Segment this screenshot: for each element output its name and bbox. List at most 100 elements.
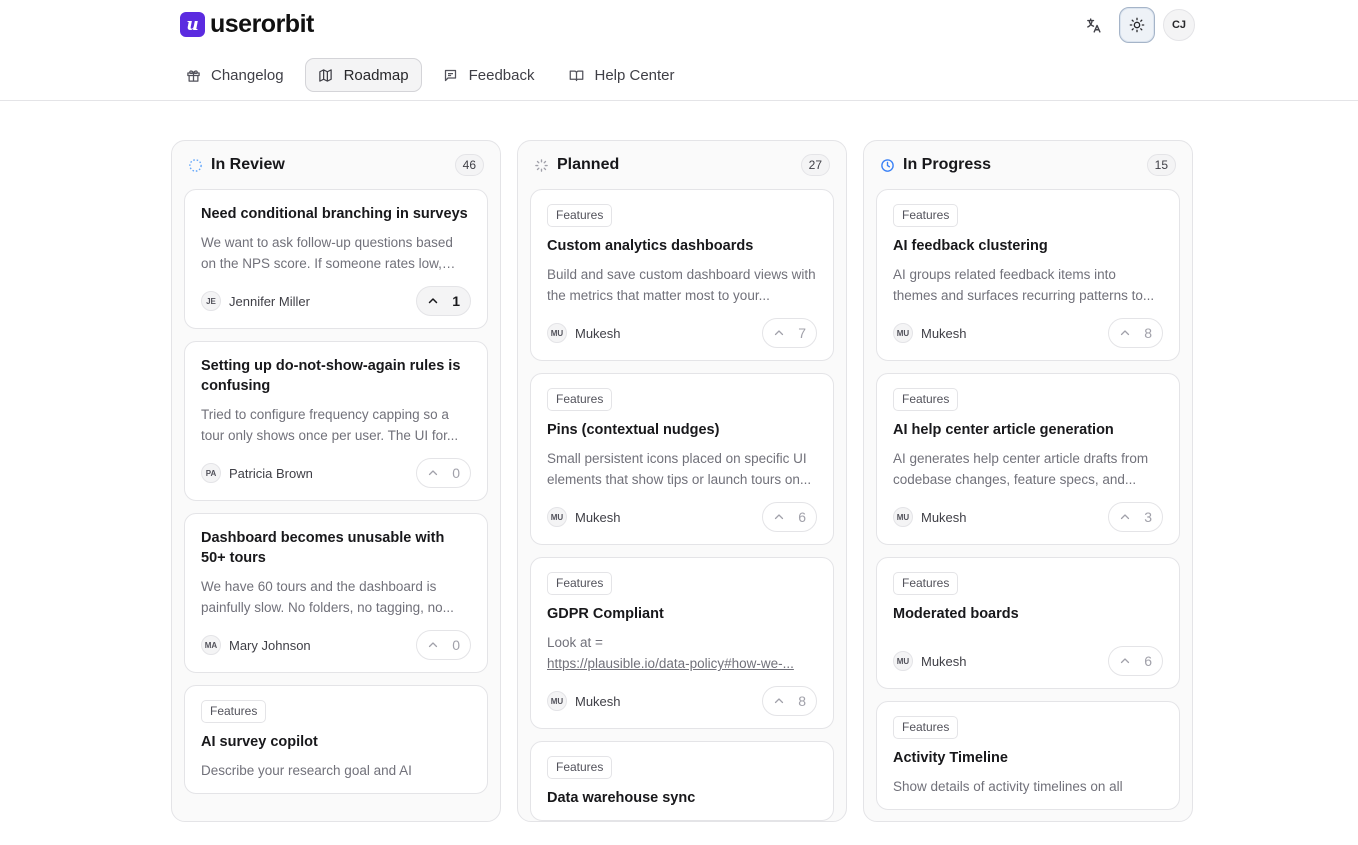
- card-title: AI help center article generation: [893, 422, 1114, 438]
- theme-toggle-button[interactable]: [1119, 7, 1155, 43]
- author-avatar: MU: [893, 651, 913, 671]
- vote-count: 6: [1144, 653, 1152, 669]
- card-title: AI survey copilot: [201, 734, 318, 750]
- card-title: Need conditional branching in surveys: [201, 206, 468, 222]
- roadmap-card[interactable]: Dashboard becomes unusable with 50+ tour…: [184, 513, 488, 673]
- author-name: Mukesh: [921, 653, 967, 669]
- card-title: Activity Timeline: [893, 750, 1008, 766]
- feature-tag: Features: [547, 756, 613, 779]
- chevron-up-icon: [773, 327, 785, 339]
- upvote-button[interactable]: 0: [416, 458, 471, 488]
- author-name: Patricia Brown: [229, 465, 313, 481]
- upvote-button[interactable]: 1: [416, 286, 471, 316]
- user-avatar[interactable]: CJ: [1163, 9, 1195, 41]
- column-title: In Review: [211, 156, 285, 173]
- vote-count: 7: [798, 325, 806, 341]
- author-avatar: MU: [893, 323, 913, 343]
- clock-icon: [880, 158, 895, 173]
- feature-tag: Features: [547, 388, 613, 411]
- author-name: Mukesh: [575, 325, 621, 341]
- feature-tag: Features: [201, 700, 267, 723]
- column-in-progress: In Progress 15 Features AI feedback clus…: [863, 140, 1193, 822]
- main-nav: Changelog Roadmap Feedback Help Center: [172, 58, 688, 92]
- card-description: Small persistent icons placed on specifi…: [547, 451, 812, 487]
- tab-changelog[interactable]: Changelog: [172, 58, 297, 92]
- tab-label: Help Center: [594, 66, 675, 84]
- author-avatar: JE: [201, 291, 221, 311]
- brand-name: userorbit: [210, 10, 314, 38]
- roadmap-card[interactable]: Features Pins (contextual nudges) Small …: [530, 373, 834, 545]
- chevron-up-icon: [773, 695, 785, 707]
- card-title: Pins (contextual nudges): [547, 422, 720, 438]
- card-title: Data warehouse sync: [547, 790, 696, 806]
- tab-label: Changelog: [211, 66, 284, 84]
- upvote-button[interactable]: 7: [762, 318, 817, 348]
- upvote-button[interactable]: 6: [1108, 646, 1163, 676]
- roadmap-card[interactable]: Setting up do-not-show-again rules is co…: [184, 341, 488, 501]
- vote-count: 8: [1144, 325, 1152, 341]
- feature-tag: Features: [893, 204, 959, 227]
- card-description: AI generates help center article drafts …: [893, 451, 1149, 487]
- roadmap-card[interactable]: Need conditional branching in surveys We…: [184, 189, 488, 329]
- roadmap-card[interactable]: Features Activity Timeline Show details …: [876, 701, 1180, 810]
- vote-count: 0: [452, 465, 460, 481]
- tab-roadmap[interactable]: Roadmap: [304, 58, 422, 92]
- author-avatar: MU: [547, 507, 567, 527]
- tab-label: Roadmap: [343, 66, 409, 84]
- column-in-review: In Review 46 Need conditional branching …: [171, 140, 501, 822]
- upvote-button[interactable]: 8: [762, 686, 817, 716]
- author-name: Mary Johnson: [229, 637, 311, 653]
- upvote-button[interactable]: 6: [762, 502, 817, 532]
- brand-mark: u: [180, 12, 205, 37]
- sun-icon: [1129, 17, 1145, 33]
- card-description: We want to ask follow-up questions based…: [201, 235, 453, 271]
- roadmap-card[interactable]: Features AI survey copilot Describe your…: [184, 685, 488, 794]
- upvote-button[interactable]: 0: [416, 630, 471, 660]
- column-header: In Review 46: [172, 141, 500, 189]
- roadmap-card[interactable]: Features AI feedback clustering AI group…: [876, 189, 1180, 361]
- chevron-up-icon: [1119, 327, 1131, 339]
- roadmap-card[interactable]: Features Custom analytics dashboards Bui…: [530, 189, 834, 361]
- roadmap-board: In Review 46 Need conditional branching …: [171, 140, 1193, 822]
- roadmap-card[interactable]: Features Moderated boards MU Mukesh 6: [876, 557, 1180, 689]
- author-avatar: MU: [547, 691, 567, 711]
- author-name: Mukesh: [921, 509, 967, 525]
- column-header: Planned 27: [518, 141, 846, 189]
- vote-count: 3: [1144, 509, 1152, 525]
- planned-status-icon: [534, 158, 549, 173]
- brand-logo[interactable]: u userorbit: [180, 10, 314, 39]
- card-title: Dashboard becomes unusable with 50+ tour…: [201, 530, 445, 566]
- vote-count: 6: [798, 509, 806, 525]
- column-title: In Progress: [903, 156, 992, 173]
- card-description: AI groups related feedback items into th…: [893, 267, 1155, 303]
- feature-tag: Features: [547, 204, 613, 227]
- translate-button[interactable]: [1075, 7, 1111, 43]
- top-actions: CJ: [1075, 7, 1195, 43]
- card-title: AI feedback clustering: [893, 238, 1048, 254]
- card-description: Describe your research goal and AI: [201, 763, 412, 778]
- column-count-badge: 27: [800, 154, 830, 176]
- vote-count: 8: [798, 693, 806, 709]
- upvote-button[interactable]: 3: [1108, 502, 1163, 532]
- map-icon: [318, 67, 334, 83]
- vote-count: 0: [452, 637, 460, 653]
- card-description: We have 60 tours and the dashboard is pa…: [201, 579, 454, 615]
- column-header: In Progress 15: [864, 141, 1192, 189]
- vote-count: 1: [452, 293, 460, 309]
- translate-icon: [1086, 17, 1101, 33]
- card-description: Look at =: [547, 635, 603, 650]
- book-icon: [568, 67, 584, 83]
- tab-feedback[interactable]: Feedback: [430, 58, 548, 92]
- upvote-button[interactable]: 8: [1108, 318, 1163, 348]
- tab-help-center[interactable]: Help Center: [555, 58, 687, 92]
- author-avatar: MA: [201, 635, 221, 655]
- roadmap-card[interactable]: Features AI help center article generati…: [876, 373, 1180, 545]
- card-description: Tried to configure frequency capping so …: [201, 407, 459, 443]
- author-name: Mukesh: [575, 509, 621, 525]
- feature-tag: Features: [893, 716, 959, 739]
- roadmap-card[interactable]: Features GDPR Compliant Look at = https:…: [530, 557, 834, 729]
- chevron-up-icon: [773, 511, 785, 523]
- policy-link[interactable]: https://plausible.io/data-policy#how-we-…: [547, 653, 817, 674]
- chevron-up-icon: [1119, 511, 1131, 523]
- roadmap-card[interactable]: Features Data warehouse sync: [530, 741, 834, 821]
